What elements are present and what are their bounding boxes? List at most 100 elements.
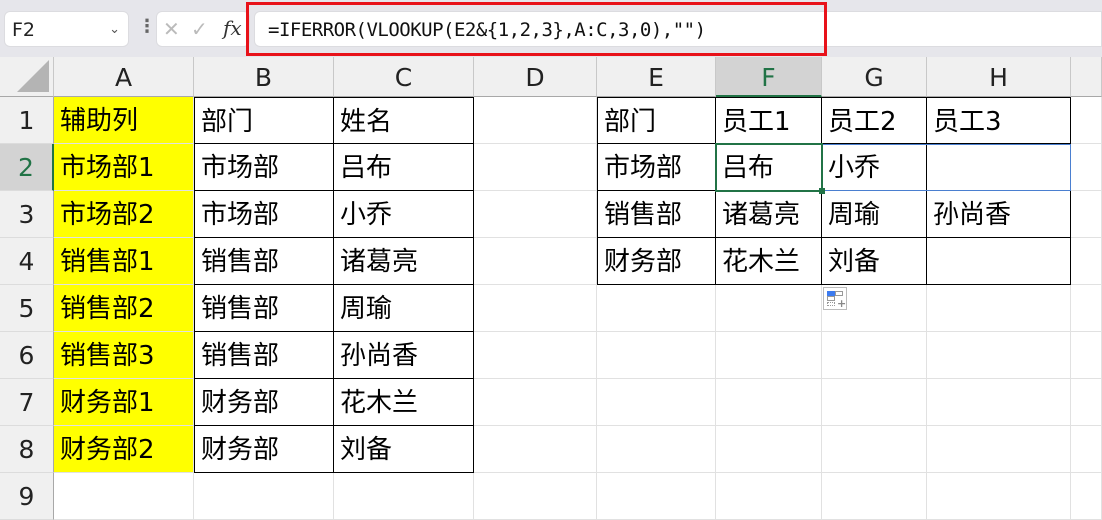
grid-cell[interactable] bbox=[716, 332, 822, 379]
cell-a4[interactable]: 销售部1 bbox=[54, 238, 194, 285]
name-box[interactable]: F2 ⌄ bbox=[4, 11, 129, 47]
cell-b5[interactable]: 销售部 bbox=[194, 285, 334, 332]
cell-a5[interactable]: 销售部2 bbox=[54, 285, 194, 332]
select-all-button[interactable] bbox=[0, 57, 54, 97]
confirm-icon[interactable]: ✓ bbox=[191, 17, 208, 41]
row-header-7[interactable]: 7 bbox=[0, 379, 54, 426]
grid-cell[interactable] bbox=[474, 379, 597, 426]
column-header-b[interactable]: B bbox=[194, 57, 334, 97]
more-options-icon[interactable]: ⋮ bbox=[138, 14, 156, 40]
grid-cell[interactable] bbox=[474, 238, 597, 285]
grid-cell[interactable] bbox=[822, 332, 927, 379]
grid-cell[interactable] bbox=[927, 332, 1071, 379]
grid-cell[interactable] bbox=[716, 473, 822, 520]
column-header-f[interactable]: F bbox=[716, 57, 822, 97]
row-header-6[interactable]: 6 bbox=[0, 332, 54, 379]
cell-a1[interactable]: 辅助列 bbox=[54, 97, 194, 144]
grid-cell[interactable] bbox=[927, 426, 1071, 473]
column-header-a[interactable]: A bbox=[54, 57, 194, 97]
grid-cell[interactable] bbox=[927, 379, 1071, 426]
result-header-2[interactable]: 员工1 bbox=[716, 97, 822, 144]
cell-c5[interactable]: 周瑜 bbox=[334, 285, 474, 332]
column-header-g[interactable]: G bbox=[822, 57, 927, 97]
column-header-c[interactable]: C bbox=[334, 57, 474, 97]
paste-options-icon[interactable]: + bbox=[823, 287, 847, 310]
result-cell[interactable]: 销售部 bbox=[597, 191, 716, 238]
row-header-4[interactable]: 4 bbox=[0, 238, 54, 285]
result-cell[interactable]: 吕布 bbox=[716, 144, 822, 191]
grid-cell[interactable] bbox=[474, 332, 597, 379]
grid-cell[interactable] bbox=[1071, 144, 1102, 191]
column-header-blank[interactable] bbox=[1071, 57, 1102, 97]
grid-cell[interactable] bbox=[927, 473, 1071, 520]
grid-cell[interactable] bbox=[334, 473, 474, 520]
grid-cell[interactable] bbox=[716, 426, 822, 473]
result-cell[interactable] bbox=[927, 144, 1071, 191]
row-header-3[interactable]: 3 bbox=[0, 191, 54, 238]
grid-cell[interactable] bbox=[1071, 238, 1102, 285]
column-header-d[interactable]: D bbox=[474, 57, 597, 97]
cell-a7[interactable]: 财务部1 bbox=[54, 379, 194, 426]
result-cell[interactable]: 市场部 bbox=[597, 144, 716, 191]
result-cell[interactable]: 财务部 bbox=[597, 238, 716, 285]
cell-b2[interactable]: 市场部 bbox=[194, 144, 334, 191]
grid-cell[interactable] bbox=[474, 426, 597, 473]
cell-c1[interactable]: 姓名 bbox=[334, 97, 474, 144]
result-cell[interactable]: 刘备 bbox=[822, 238, 927, 285]
cell-b1[interactable]: 部门 bbox=[194, 97, 334, 144]
row-header-1[interactable]: 1 bbox=[0, 97, 54, 144]
cell-c4[interactable]: 诸葛亮 bbox=[334, 238, 474, 285]
cell-c7[interactable]: 花木兰 bbox=[334, 379, 474, 426]
row-header-8[interactable]: 8 bbox=[0, 426, 54, 473]
result-cell[interactable] bbox=[927, 238, 1071, 285]
cell-a8[interactable]: 财务部2 bbox=[54, 426, 194, 473]
cell-c8[interactable]: 刘备 bbox=[334, 426, 474, 473]
grid-cell[interactable] bbox=[716, 285, 822, 332]
grid-cell[interactable] bbox=[1071, 473, 1102, 520]
fill-handle[interactable] bbox=[819, 188, 825, 194]
grid-cell[interactable] bbox=[1071, 285, 1102, 332]
cell-b6[interactable]: 销售部 bbox=[194, 332, 334, 379]
result-header-1[interactable]: 部门 bbox=[597, 97, 716, 144]
cell-a3[interactable]: 市场部2 bbox=[54, 191, 194, 238]
grid-cell[interactable] bbox=[54, 473, 194, 520]
grid-cell[interactable] bbox=[822, 426, 927, 473]
grid-cell[interactable] bbox=[1071, 379, 1102, 426]
result-header-3[interactable]: 员工2 bbox=[822, 97, 927, 144]
grid-cell[interactable] bbox=[1071, 332, 1102, 379]
result-cell[interactable]: 诸葛亮 bbox=[716, 191, 822, 238]
grid-cell[interactable] bbox=[474, 191, 597, 238]
grid-cell[interactable] bbox=[927, 285, 1071, 332]
grid-cell[interactable] bbox=[474, 97, 597, 144]
grid-cell[interactable] bbox=[474, 473, 597, 520]
grid-cell[interactable] bbox=[1071, 426, 1102, 473]
grid-cell[interactable] bbox=[597, 285, 716, 332]
result-header-4[interactable]: 员工3 bbox=[927, 97, 1071, 144]
row-header-5[interactable]: 5 bbox=[0, 285, 54, 332]
grid-cell[interactable] bbox=[474, 285, 597, 332]
grid-cell[interactable] bbox=[597, 332, 716, 379]
grid-cell[interactable] bbox=[474, 144, 597, 191]
grid-cell[interactable] bbox=[597, 426, 716, 473]
cell-a6[interactable]: 销售部3 bbox=[54, 332, 194, 379]
grid-cell[interactable] bbox=[1071, 191, 1102, 238]
cell-c6[interactable]: 孙尚香 bbox=[334, 332, 474, 379]
column-header-e[interactable]: E bbox=[597, 57, 716, 97]
row-header-9[interactable]: 9 bbox=[0, 473, 54, 520]
column-header-h[interactable]: H bbox=[927, 57, 1071, 97]
row-header-2[interactable]: 2 bbox=[0, 144, 54, 191]
cell-c3[interactable]: 小乔 bbox=[334, 191, 474, 238]
cell-a2[interactable]: 市场部1 bbox=[54, 144, 194, 191]
result-cell[interactable]: 周瑜 bbox=[822, 191, 927, 238]
chevron-down-icon[interactable]: ⌄ bbox=[109, 22, 120, 37]
cell-b3[interactable]: 市场部 bbox=[194, 191, 334, 238]
grid-cell[interactable] bbox=[597, 473, 716, 520]
cell-b7[interactable]: 财务部 bbox=[194, 379, 334, 426]
cell-b4[interactable]: 销售部 bbox=[194, 238, 334, 285]
grid-cell[interactable] bbox=[194, 473, 334, 520]
cell-c2[interactable]: 吕布 bbox=[334, 144, 474, 191]
cancel-icon[interactable]: ✕ bbox=[163, 17, 180, 41]
result-cell[interactable]: 小乔 bbox=[822, 144, 927, 191]
result-cell[interactable]: 孙尚香 bbox=[927, 191, 1071, 238]
cell-b8[interactable]: 财务部 bbox=[194, 426, 334, 473]
